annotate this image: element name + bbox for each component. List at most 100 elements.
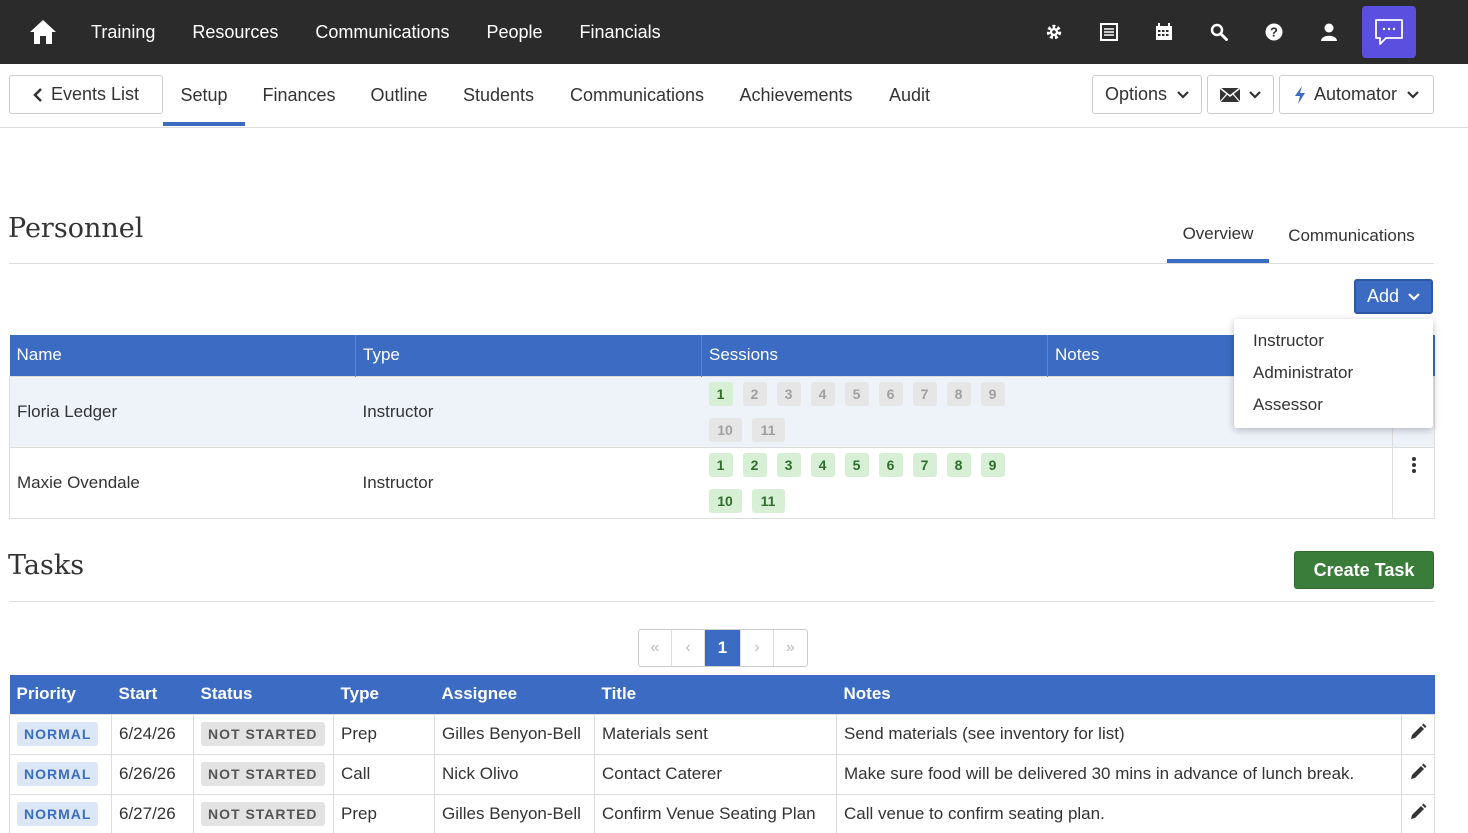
person-sessions: 1 2 3 4 5 6 7 8 9 10 11 xyxy=(701,375,1048,447)
tab-outline[interactable]: Outline xyxy=(364,64,434,126)
nav-training[interactable]: Training xyxy=(91,22,155,43)
add-personnel-button[interactable]: Add xyxy=(1354,279,1433,314)
list-button[interactable] xyxy=(1081,0,1136,64)
page-next-button[interactable]: › xyxy=(741,630,774,666)
session-chip[interactable]: 10 xyxy=(708,488,742,513)
session-chip[interactable]: 6 xyxy=(878,381,903,406)
personnel-header-row: Name Type Sessions Notes xyxy=(9,335,1435,376)
session-chip[interactable]: 2 xyxy=(742,452,767,477)
page-current-button[interactable]: 1 xyxy=(705,630,741,666)
task-type: Call xyxy=(333,753,435,794)
col-status[interactable]: Status xyxy=(193,675,334,714)
col-start[interactable]: Start xyxy=(111,675,194,714)
menu-item-instructor[interactable]: Instructor xyxy=(1234,329,1433,361)
automator-dropdown-button[interactable]: Automator xyxy=(1279,75,1434,114)
personnel-tab-communications[interactable]: Communications xyxy=(1280,208,1423,263)
pencil-icon[interactable] xyxy=(1409,723,1427,741)
session-chip[interactable]: 4 xyxy=(810,452,835,477)
events-list-back-button[interactable]: Events List xyxy=(9,75,163,114)
tab-finances[interactable]: Finances xyxy=(256,64,342,126)
settings-button[interactable] xyxy=(1026,0,1081,64)
chevron-down-icon xyxy=(1408,292,1420,301)
page-last-button[interactable]: » xyxy=(774,630,807,666)
tasks-header-row: Priority Start Status Type Assignee Titl… xyxy=(9,675,1435,714)
automator-label: Automator xyxy=(1313,84,1398,104)
menu-item-administrator[interactable]: Administrator xyxy=(1234,361,1433,393)
home-icon xyxy=(30,20,56,44)
session-chip[interactable]: 2 xyxy=(742,381,767,406)
nav-financials[interactable]: Financials xyxy=(580,22,661,43)
list-icon xyxy=(1099,23,1118,41)
session-chip[interactable]: 11 xyxy=(751,417,785,442)
session-chip[interactable]: 5 xyxy=(844,381,869,406)
col-type[interactable]: Type xyxy=(355,335,702,376)
task-edit xyxy=(1401,753,1435,794)
session-chip[interactable]: 9 xyxy=(980,381,1005,406)
session-chip[interactable]: 10 xyxy=(708,417,742,442)
search-icon xyxy=(1210,23,1228,41)
tab-audit[interactable]: Audit xyxy=(881,64,938,126)
col-assignee[interactable]: Assignee xyxy=(434,675,595,714)
page-first-button[interactable]: « xyxy=(639,630,672,666)
session-chip[interactable]: 9 xyxy=(980,452,1005,477)
table-row: NORMAL 6/24/26 NOT STARTED Prep Gilles B… xyxy=(9,713,1435,754)
help-button[interactable]: ? xyxy=(1246,0,1301,64)
menu-item-assessor[interactable]: Assessor xyxy=(1234,393,1433,425)
task-assignee: Gilles Benyon-Bell xyxy=(434,793,595,833)
nav-communications[interactable]: Communications xyxy=(315,22,449,43)
search-button[interactable] xyxy=(1191,0,1246,64)
table-row: NORMAL 6/26/26 NOT STARTED Call Nick Oli… xyxy=(9,753,1435,794)
task-type: Prep xyxy=(333,713,435,754)
profile-button[interactable] xyxy=(1301,0,1356,64)
col-priority[interactable]: Priority xyxy=(9,675,112,714)
col-title[interactable]: Title xyxy=(594,675,837,714)
email-dropdown-button[interactable] xyxy=(1207,75,1274,114)
pencil-icon[interactable] xyxy=(1409,803,1427,821)
person-type: Instructor xyxy=(355,375,702,447)
person-name: Maxie Ovendale xyxy=(9,446,356,519)
session-chip[interactable]: 7 xyxy=(912,452,937,477)
session-chip[interactable]: 4 xyxy=(810,381,835,406)
col-type[interactable]: Type xyxy=(333,675,435,714)
task-priority: NORMAL xyxy=(9,713,112,754)
nav-resources[interactable]: Resources xyxy=(192,22,278,43)
svg-text:?: ? xyxy=(1270,25,1278,40)
session-chip[interactable]: 8 xyxy=(946,452,971,477)
col-sessions[interactable]: Sessions xyxy=(701,335,1048,376)
task-status: NOT STARTED xyxy=(193,713,334,754)
calendar-button[interactable] xyxy=(1136,0,1191,64)
personnel-tab-overview[interactable]: Overview xyxy=(1167,208,1269,263)
task-type: Prep xyxy=(333,793,435,833)
session-chip[interactable]: 5 xyxy=(844,452,869,477)
tab-setup[interactable]: Setup xyxy=(163,64,245,126)
session-chip[interactable]: 7 xyxy=(912,381,937,406)
gear-icon xyxy=(1046,24,1061,40)
tab-communications[interactable]: Communications xyxy=(563,64,711,126)
bolt-icon xyxy=(1294,85,1305,104)
tab-achievements[interactable]: Achievements xyxy=(733,64,859,126)
task-notes: Call venue to confirm seating plan. xyxy=(836,793,1402,833)
session-chip[interactable]: 1 xyxy=(708,381,733,406)
nav-people[interactable]: People xyxy=(486,22,542,43)
pencil-icon[interactable] xyxy=(1409,763,1427,781)
session-chips: 1 2 3 4 5 6 7 8 9 10 11 xyxy=(708,377,1019,447)
create-task-button[interactable]: Create Task xyxy=(1294,551,1434,589)
tab-students[interactable]: Students xyxy=(456,64,541,126)
session-chip[interactable]: 3 xyxy=(776,381,801,406)
col-name[interactable]: Name xyxy=(9,335,356,376)
chat-button[interactable] xyxy=(1362,6,1416,58)
session-chip[interactable]: 1 xyxy=(708,452,733,477)
session-chip[interactable]: 3 xyxy=(776,452,801,477)
col-notes[interactable]: Notes xyxy=(836,675,1402,714)
chat-icon xyxy=(1375,19,1403,45)
task-priority: NORMAL xyxy=(9,753,112,794)
session-chip[interactable]: 11 xyxy=(751,488,785,513)
kebab-icon[interactable] xyxy=(1411,456,1417,474)
session-chip[interactable]: 8 xyxy=(946,381,971,406)
priority-badge: NORMAL xyxy=(17,722,99,746)
person-name: Floria Ledger xyxy=(9,375,356,447)
home-button[interactable] xyxy=(13,0,73,64)
options-dropdown-button[interactable]: Options xyxy=(1092,75,1202,114)
page-prev-button[interactable]: ‹ xyxy=(672,630,705,666)
session-chip[interactable]: 6 xyxy=(878,452,903,477)
